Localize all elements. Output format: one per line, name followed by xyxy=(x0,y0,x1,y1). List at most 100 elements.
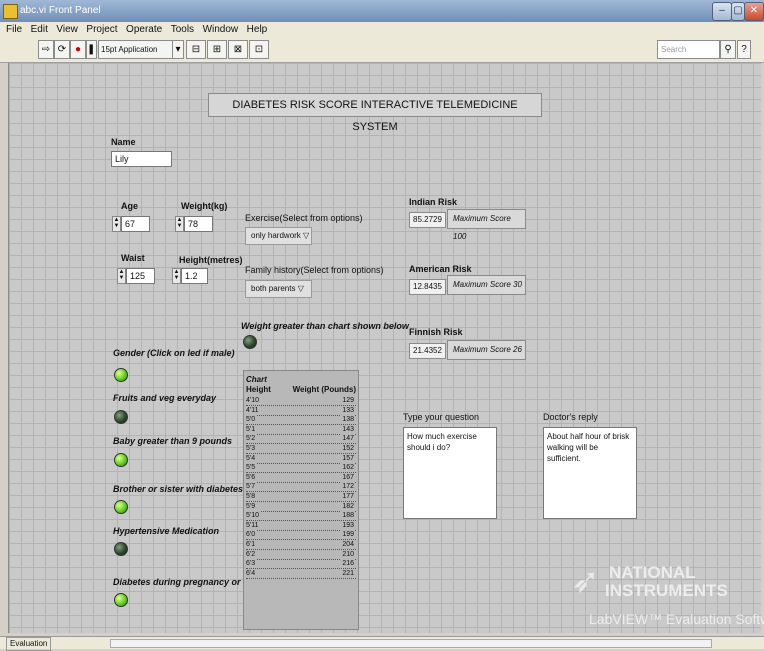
chart-row-height: 5'11 xyxy=(246,520,261,530)
american-risk-label: American Risk xyxy=(409,264,472,274)
fruits-veg-led[interactable] xyxy=(114,410,128,424)
chart-row-height: 5'1 xyxy=(246,424,258,434)
reorder-icon[interactable]: ⊡ xyxy=(249,40,269,59)
window-title: abc.vi Front Panel xyxy=(20,5,101,16)
baby-weight-label: Baby greater than 9 pounds xyxy=(113,436,233,446)
weight-input[interactable]: 78 xyxy=(184,216,213,232)
question-label: Type your question xyxy=(403,412,480,422)
chart-row-weight: 216 xyxy=(340,559,354,569)
chart-row: 5'6 167 xyxy=(246,472,356,483)
chart-row-height: 5'8 xyxy=(246,492,258,501)
menu-edit[interactable]: Edit xyxy=(31,22,48,37)
family-history-dropdown[interactable]: both parents ▽ xyxy=(245,280,312,298)
minimize-button[interactable]: – xyxy=(712,2,732,21)
age-input[interactable]: 67 xyxy=(121,216,150,232)
search-icon[interactable]: ⚲ xyxy=(720,40,736,59)
font-select[interactable]: 15pt Application Font xyxy=(98,40,174,71)
chart-row-weight: 162 xyxy=(340,463,354,473)
menu-view[interactable]: View xyxy=(56,22,78,37)
run-continuously-icon[interactable]: ⟳ xyxy=(54,40,70,59)
chart-row-weight: 133 xyxy=(340,405,354,415)
reply-output: About half hour of brisk walking will be… xyxy=(543,427,637,519)
question-input[interactable]: How much exercise should i do? xyxy=(403,427,497,519)
watermark-labview: LabVIEW™ Evaluation Software xyxy=(589,611,764,627)
chart-row: 5'9 182 xyxy=(246,501,356,512)
chart-row-weight: 157 xyxy=(340,453,354,463)
name-input[interactable]: Lily xyxy=(111,151,172,167)
chart-row-weight: 172 xyxy=(340,482,354,492)
indian-risk-label: Indian Risk xyxy=(409,197,458,207)
pause-icon[interactable]: ❚❚ xyxy=(86,40,104,59)
chart-row-height: 4'11 xyxy=(246,405,261,415)
pregnancy-diabetes-led[interactable] xyxy=(114,593,128,607)
chart-row: 6'1 204 xyxy=(246,540,356,550)
chevron-down-icon: ▽ xyxy=(303,231,310,240)
menu-tools[interactable]: Tools xyxy=(171,22,194,37)
sibling-diabetes-led[interactable] xyxy=(114,500,128,514)
title-bar: abc.vi Front Panel – ▢ ✕ xyxy=(0,0,764,22)
close-button[interactable]: ✕ xyxy=(744,2,764,21)
waist-input[interactable]: 125 xyxy=(126,268,155,284)
page-title: DIABETES RISK SCORE INTERACTIVE TELEMEDI… xyxy=(208,93,542,133)
search-input[interactable]: Search xyxy=(657,40,720,59)
gender-led[interactable] xyxy=(114,368,128,382)
toolbar: ⇨ ⟳ ● ❚❚ 15pt Application Font ▾ ⊟ ⊞ ⊠ ⊡… xyxy=(0,37,764,71)
font-dropdown-arrow-icon[interactable]: ▾ xyxy=(172,40,184,59)
baby-weight-led[interactable] xyxy=(114,453,128,467)
horizontal-scrollbar[interactable] xyxy=(110,639,712,648)
finnish-risk-value: 21.4352 xyxy=(409,343,446,359)
chart-row: 5'7 172 xyxy=(246,482,356,493)
menu-file[interactable]: File xyxy=(6,22,22,37)
american-max-score: Maximum Score 30 xyxy=(447,275,526,295)
chart-row-height: 5'4 xyxy=(246,453,258,463)
age-stepper[interactable]: ▲ ▼ xyxy=(112,216,121,232)
american-risk-value: 12.8435 xyxy=(409,279,446,295)
chart-row-weight: 147 xyxy=(340,434,354,444)
menu-window[interactable]: Window xyxy=(203,22,239,37)
indian-max-score: Maximum Score 100 xyxy=(447,209,526,241)
abort-icon[interactable]: ● xyxy=(70,40,86,59)
run-arrow-icon[interactable]: ⇨ xyxy=(38,40,54,59)
menu-operate[interactable]: Operate xyxy=(126,22,162,37)
weight-stepper[interactable]: ▲ ▼ xyxy=(175,216,184,232)
chart-row-height: 5'3 xyxy=(246,444,258,453)
height-label: Height(metres) xyxy=(179,255,243,265)
chart-row-weight: 188 xyxy=(340,511,354,521)
chevron-down-icon: ▽ xyxy=(297,284,304,293)
align-objects-icon[interactable]: ⊟ xyxy=(186,40,206,59)
chart-row: 5'5 162 xyxy=(246,463,356,474)
chart-row: 6'3 216 xyxy=(246,559,356,570)
menu-bar: File Edit View Project Operate Tools Win… xyxy=(0,22,764,37)
resize-objects-icon[interactable]: ⊠ xyxy=(228,40,248,59)
menu-project[interactable]: Project xyxy=(86,22,117,37)
finnish-max-score: Maximum Score 26 xyxy=(447,340,526,360)
height-input[interactable]: 1.2 xyxy=(181,268,208,284)
front-panel: DIABETES RISK SCORE INTERACTIVE TELEMEDI… xyxy=(8,63,764,633)
help-icon[interactable]: ? xyxy=(737,40,751,59)
distribute-objects-icon[interactable]: ⊞ xyxy=(207,40,227,59)
evaluation-label: Evaluation xyxy=(6,637,52,651)
chart-row-height: 5'9 xyxy=(246,501,258,511)
family-history-value: both parents xyxy=(251,284,296,293)
chart-row-weight: 152 xyxy=(340,444,354,453)
maximize-button[interactable]: ▢ xyxy=(731,2,745,21)
chart-row-height: 6'2 xyxy=(246,549,258,559)
weight-indicator-label: Weight greater than chart shown below xyxy=(241,321,409,331)
chart-row: 5'11 193 xyxy=(246,520,356,531)
status-bar: Evaluation xyxy=(0,636,764,651)
chart-row-height: 5'10 xyxy=(246,511,262,521)
exercise-value: only hardwork xyxy=(251,231,301,240)
chart-row: 5'4 157 xyxy=(246,453,356,464)
exercise-dropdown[interactable]: only hardwork ▽ xyxy=(245,227,312,245)
chart-row-weight: 221 xyxy=(340,568,354,578)
hypertensive-led[interactable] xyxy=(114,542,128,556)
chart-row-height: 5'6 xyxy=(246,472,258,482)
chart-row-weight: 138 xyxy=(340,415,354,425)
waist-stepper[interactable]: ▲ ▼ xyxy=(117,268,126,284)
chart-row: 6'4 221 xyxy=(246,568,356,579)
chart-row-height: 6'0 xyxy=(246,530,258,540)
chart-row-weight: 177 xyxy=(340,492,354,501)
menu-help[interactable]: Help xyxy=(247,22,268,37)
height-stepper[interactable]: ▲ ▼ xyxy=(172,268,181,284)
chart-title: Chart xyxy=(246,375,267,384)
